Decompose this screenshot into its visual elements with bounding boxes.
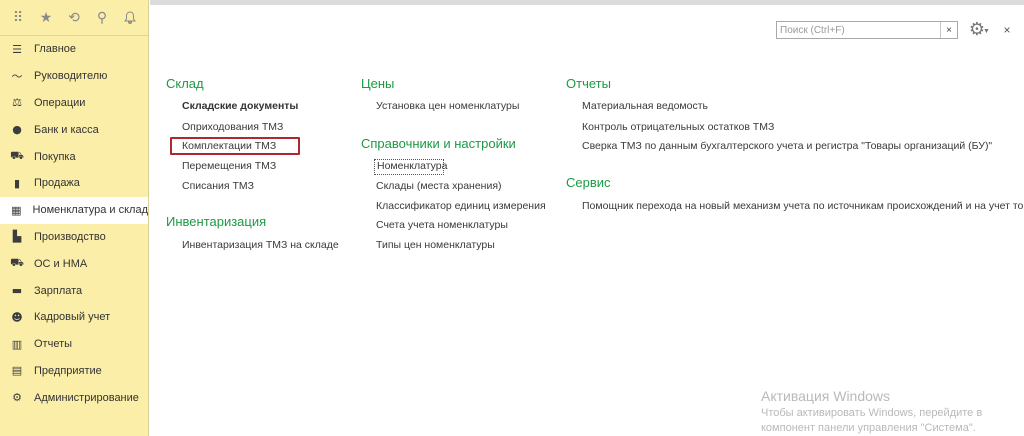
- link-scheta-ucheta[interactable]: Счета учета номенклатуры: [376, 219, 508, 231]
- sidebar-item-11[interactable]: ▥ Отчеты: [0, 331, 148, 358]
- notifications-bell-icon[interactable]: [116, 4, 144, 32]
- apps-grid-icon[interactable]: ⠿: [4, 4, 32, 32]
- sidebar: ⠿ ★ ⟲ ⚲ ☰ Главное 〜 Руководителю ⚖ Операции ● Б…: [0, 0, 149, 436]
- link-tipy-cen[interactable]: Типы цен номенклатуры: [376, 239, 495, 251]
- sidebar-item-label: ОС и НМА: [34, 257, 88, 270]
- favorites-star-icon[interactable]: ★: [32, 4, 60, 32]
- link-sverka-tmz[interactable]: Сверка ТМЗ по данным бухгалтерского учет…: [582, 140, 992, 152]
- link-sklady[interactable]: Склады (места хранения): [376, 180, 502, 192]
- link-kontrol-ostatkov[interactable]: Контроль отрицательных остатков ТМЗ: [582, 121, 774, 133]
- people-icon: ☻: [11, 310, 23, 324]
- link-klassifikator[interactable]: Классификатор единиц измерения: [376, 200, 546, 212]
- sidebar-item-1[interactable]: 〜 Руководителю: [0, 63, 148, 90]
- group-header-sklad-docs: Складские документы: [182, 100, 299, 112]
- search-box: ×: [776, 21, 958, 39]
- link-oprihodovaniya[interactable]: Оприходования ТМЗ: [182, 121, 283, 133]
- windows-activation-line1: Чтобы активировать Windows, перейдите в: [761, 407, 983, 419]
- section-title-inventory: Инвентаризация: [166, 214, 267, 229]
- sidebar-item-label: Отчеты: [34, 338, 73, 351]
- sidebar-item-3[interactable]: ● Банк и касса: [0, 116, 148, 143]
- search-icon[interactable]: ⚲: [88, 4, 116, 32]
- sidebar-item-5[interactable]: ▮ Продажа: [0, 170, 148, 197]
- search-clear-button[interactable]: ×: [940, 22, 957, 38]
- sidebar-item-label: Руководителю: [34, 70, 108, 83]
- link-nomenklatura[interactable]: Номенклатура: [377, 160, 447, 172]
- sidebar-item-label: Администрирование: [34, 391, 139, 404]
- link-komplektacii[interactable]: Комплектации ТМЗ: [182, 140, 276, 152]
- close-icon[interactable]: ×: [1000, 22, 1014, 38]
- sidebar-top-toolbar: ⠿ ★ ⟲ ⚲: [0, 0, 148, 36]
- operations-icon: ⚖: [12, 96, 22, 110]
- section-title-directories: Справочники и настройки: [361, 136, 516, 151]
- link-inventarizaciya[interactable]: Инвентаризация ТМЗ на складе: [182, 239, 339, 251]
- link-materialnaya-vedomost[interactable]: Материальная ведомость: [582, 100, 708, 112]
- sidebar-item-label: Продажа: [34, 177, 80, 190]
- settings-gear-icon: ⚙: [12, 391, 22, 405]
- sidebar-item-6[interactable]: ▦ Номенклатура и склад: [0, 196, 148, 224]
- menu-lines-icon: ☰: [12, 42, 22, 56]
- cart-icon: ⛟: [10, 149, 24, 163]
- link-ustanovka-cen[interactable]: Установка цен номенклатуры: [376, 100, 519, 112]
- sidebar-item-12[interactable]: ▤ Предприятие: [0, 358, 148, 385]
- section-title-sklad: Склад: [166, 76, 204, 91]
- search-input[interactable]: [777, 22, 940, 38]
- section-title-prices: Цены: [361, 76, 395, 91]
- sidebar-item-label: Кадровый учет: [34, 311, 111, 324]
- link-spisaniya[interactable]: Списания ТМЗ: [182, 180, 254, 192]
- link-pomoshchnik-perehoda[interactable]: Помощник перехода на новый механизм учет…: [582, 200, 1024, 212]
- sidebar-item-label: Операции: [34, 96, 86, 109]
- warehouse-grid-icon: ▦: [11, 203, 22, 217]
- sidebar-item-label: Зарплата: [34, 284, 83, 297]
- truck-icon: ⛟: [10, 256, 24, 270]
- sidebar-nav: ☰ Главное 〜 Руководителю ⚖ Операции ● Банк и ка…: [0, 36, 148, 411]
- sidebar-item-10[interactable]: ☻ Кадровый учет: [0, 304, 148, 331]
- chevron-down-icon[interactable]: ▼: [983, 28, 990, 35]
- factory-icon: ▙: [12, 230, 22, 244]
- sidebar-item-label: Предприятие: [34, 364, 102, 377]
- bar-chart-icon: ▥: [11, 337, 23, 351]
- sidebar-item-label: Главное: [34, 43, 77, 56]
- sidebar-item-2[interactable]: ⚖ Операции: [0, 90, 148, 117]
- sidebar-item-label: Банк и касса: [34, 123, 99, 136]
- trend-chart-icon: 〜: [11, 70, 23, 84]
- window-top-strip: [150, 0, 1024, 5]
- building-icon: ▤: [11, 364, 23, 378]
- history-icon[interactable]: ⟲: [60, 4, 88, 32]
- sidebar-item-label: Номенклатура и склад: [32, 204, 148, 217]
- sidebar-item-13[interactable]: ⚙ Администрирование: [0, 384, 148, 411]
- bank-coin-icon: ●: [12, 123, 22, 137]
- wallet-icon: ▬: [11, 284, 23, 298]
- sidebar-item-7[interactable]: ▙ Производство: [0, 224, 148, 251]
- sidebar-item-8[interactable]: ⛟ ОС и НМА: [0, 250, 148, 277]
- link-peremeshcheniya[interactable]: Перемещения ТМЗ: [182, 160, 276, 172]
- sidebar-item-label: Покупка: [34, 150, 76, 163]
- sidebar-item-4[interactable]: ⛟ Покупка: [0, 143, 148, 170]
- bag-icon: ▮: [13, 176, 21, 190]
- sidebar-item-0[interactable]: ☰ Главное: [0, 36, 148, 63]
- windows-activation-line2: компонент панели управления "Система".: [761, 422, 976, 434]
- sidebar-item-label: Производство: [34, 230, 106, 243]
- sidebar-item-9[interactable]: ▬ Зарплата: [0, 277, 148, 304]
- windows-activation-title: Активация Windows: [761, 388, 891, 404]
- section-title-reports: Отчеты: [566, 76, 611, 91]
- section-title-service: Сервис: [566, 175, 611, 190]
